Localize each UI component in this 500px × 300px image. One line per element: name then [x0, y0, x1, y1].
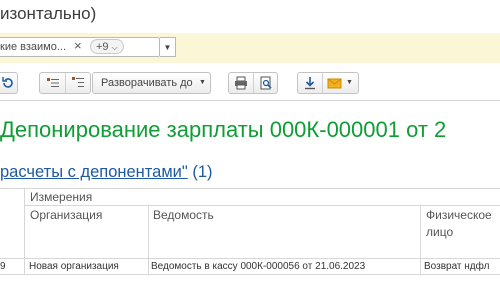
group-header-border: [24, 205, 500, 206]
cell-organization: Новая организация: [29, 261, 119, 272]
filter-value: кие взаимо...: [0, 41, 67, 53]
column-header-person[interactable]: Физическое: [426, 208, 492, 222]
cell-person: Возврат ндфл: [424, 261, 490, 272]
print-button[interactable]: [229, 73, 254, 93]
row-number: 9: [0, 261, 6, 272]
chevron-down-icon: ▼: [346, 79, 353, 86]
preview-button[interactable]: [254, 73, 278, 93]
window-title: изонтально): [0, 4, 97, 23]
collapse-rows-icon: [47, 78, 59, 87]
chevron-down-icon: ⌵: [111, 43, 118, 52]
report-title: Депонирование зарплаты 000К-000001 от 2: [0, 117, 447, 142]
column-header-statement[interactable]: Ведомость: [153, 208, 214, 222]
more-filters-badge[interactable]: +9 ⌵: [90, 39, 124, 54]
export-group: ▼: [297, 72, 359, 94]
print-icon: [235, 76, 247, 90]
group-header-dimensions: Измерения: [30, 190, 93, 204]
refresh-button[interactable]: [0, 72, 18, 94]
section-link[interactable]: расчеты с депонентами": [0, 163, 188, 181]
toolbar-divider: [0, 100, 500, 101]
table-row[interactable]: 9 Новая организация Ведомость в кассу 00…: [0, 259, 500, 274]
download-icon: [305, 77, 315, 90]
chevron-down-icon: ▼: [199, 79, 206, 86]
preview-icon: [260, 76, 272, 90]
download-button[interactable]: [298, 73, 323, 93]
group-toggle-buttons: [39, 72, 91, 94]
section-count: (1): [187, 163, 213, 181]
column-header-organization[interactable]: Организация: [30, 208, 102, 222]
mail-button[interactable]: ▼: [323, 73, 359, 93]
refresh-icon: [2, 77, 13, 88]
expand-to-label: Разворачивать до: [101, 77, 193, 89]
row-bottom-border: [0, 274, 500, 275]
filter-dropdown-button[interactable]: ▼: [160, 37, 176, 57]
expand-rows-icon: [72, 77, 84, 87]
cell-statement: Ведомость в кассу 000К-000056 от 21.06.2…: [151, 261, 366, 272]
mail-icon: [327, 78, 342, 89]
column-header-person-line2: лицо: [426, 225, 454, 239]
table-top-border: [0, 188, 500, 189]
collapse-rows-button[interactable]: [40, 73, 66, 93]
expand-rows-button[interactable]: [66, 73, 91, 93]
dropdown-arrow-icon: ▼: [163, 43, 172, 52]
print-group: [228, 72, 278, 94]
more-filters-label: +9: [96, 41, 109, 53]
section-heading: расчеты с депонентами" (1): [0, 163, 213, 182]
expand-to-button[interactable]: Разворачивать до ▼: [92, 72, 211, 94]
clear-filter-icon[interactable]: ×: [74, 38, 82, 53]
